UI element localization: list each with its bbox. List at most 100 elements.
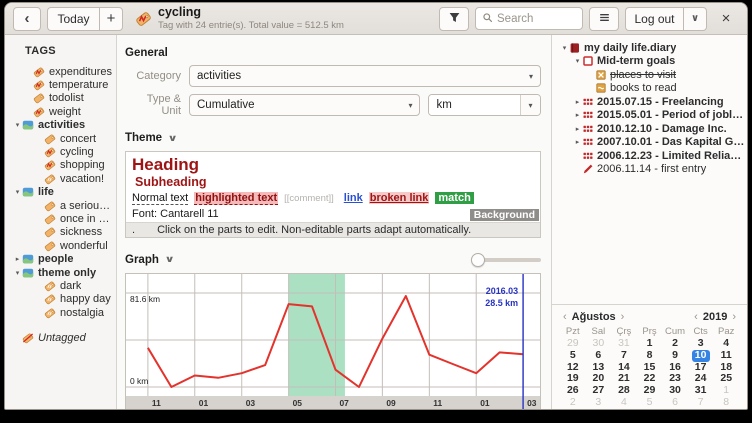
expander-icon[interactable]: ▸: [573, 138, 582, 146]
theme-comment-sample[interactable]: [[comment]]: [284, 193, 334, 204]
graph-zoom-slider[interactable]: [471, 253, 541, 267]
tag-value-icon: [44, 159, 56, 171]
expander-icon[interactable]: ▾: [13, 188, 22, 196]
theme-highlight-sample[interactable]: highlighted text: [194, 192, 278, 205]
sidebar-tag-row[interactable]: ▾ theme only: [11, 266, 114, 279]
journal-tree-row[interactable]: ▸ 2015.05.01 - Period of joblessness and…: [558, 109, 745, 123]
calendar-month-label: Ağustos: [572, 311, 616, 323]
todo-open-icon: [582, 55, 594, 67]
svg-text:09: 09: [386, 398, 396, 408]
journal-tree-row[interactable]: ▾ my daily life.diary: [558, 41, 745, 55]
unit-combobox[interactable]: km ▾: [428, 94, 541, 116]
sidebar-tag-row[interactable]: todolist: [11, 92, 114, 105]
header-title-block: cycling Tag with 24 entrie(s). Total val…: [135, 6, 344, 31]
sidebar-tag-row[interactable]: once in a lifeti…: [11, 212, 114, 225]
journal-tree-row[interactable]: ▾ Mid-term goals: [558, 55, 745, 69]
close-button[interactable]: ×: [713, 7, 739, 31]
theme-subheading-sample[interactable]: Subheading: [135, 175, 532, 190]
calendar-day[interactable]: 2: [560, 397, 586, 409]
journal-tree-row[interactable]: 2006.12.23 - Limited Reliability Co.: [558, 149, 745, 163]
theme-preview-card: Heading Subheading Normal text highlight…: [125, 151, 541, 238]
calendar-next-year[interactable]: ›: [729, 311, 739, 323]
calendar-next-month[interactable]: ›: [618, 311, 628, 323]
calendar-day[interactable]: 9: [662, 350, 688, 362]
sidebar-tag-row[interactable]: cycling: [11, 145, 114, 158]
sidebar-tag-row[interactable]: nostalgia: [11, 306, 114, 319]
filter-button[interactable]: [439, 7, 469, 31]
add-entry-button[interactable]: +: [99, 7, 123, 31]
sidebar-tag-row[interactable]: wonderful: [11, 239, 114, 252]
sidebar-tag-row[interactable]: ▸ people: [11, 252, 114, 265]
theme-normal-text-sample[interactable]: Normal text: [132, 192, 188, 205]
journal-tree-row[interactable]: 2006.11.14 - first entry: [558, 163, 745, 177]
expander-icon[interactable]: ▾: [13, 269, 22, 277]
unit-input[interactable]: km: [429, 95, 520, 115]
sidebar-tag-row[interactable]: shopping: [11, 159, 114, 172]
category-select[interactable]: activities ▾: [189, 65, 541, 87]
sidebar-tag-row[interactable]: concert: [11, 132, 114, 145]
menu-button[interactable]: [589, 7, 619, 31]
theme-background-button[interactable]: Background: [470, 209, 539, 221]
expander-icon[interactable]: ▸: [13, 255, 22, 263]
sidebar-tag-row[interactable]: ▾ activities: [11, 119, 114, 132]
calendar-day[interactable]: 8: [637, 350, 663, 362]
sidebar-tag-row[interactable]: vacation!: [11, 172, 114, 185]
page-title: cycling: [158, 6, 344, 20]
journal-tree-row[interactable]: ▸ 2007.10.01 - Das Kapital GmbH: [558, 136, 745, 150]
search-input[interactable]: [497, 13, 576, 25]
unit-dropdown-button[interactable]: ▾: [520, 95, 540, 115]
calendar-prev-month[interactable]: ‹: [560, 311, 570, 323]
expander-icon[interactable]: ▾: [13, 121, 22, 129]
logout-dropdown-button[interactable]: ∨: [683, 7, 707, 31]
logout-button[interactable]: Log out: [625, 7, 683, 31]
category-icon: [22, 119, 34, 131]
graph-section-header[interactable]: Graph ∨: [125, 253, 541, 267]
theme-section-header[interactable]: Theme ∨: [125, 132, 541, 144]
chapter-icon: [582, 136, 594, 148]
journal-tree-row[interactable]: ▸ 2010.12.10 - Damage Inc.: [558, 122, 745, 136]
todo-postponed-icon: [595, 82, 607, 94]
search-box[interactable]: [475, 7, 583, 30]
sidebar-tag-row[interactable]: weight: [11, 105, 114, 118]
calendar-day[interactable]: 7: [688, 397, 714, 409]
calendar-day[interactable]: 5: [637, 397, 663, 409]
expander-icon[interactable]: ▸: [573, 111, 582, 119]
expander-icon[interactable]: ▾: [573, 57, 582, 65]
sidebar-tag-row[interactable]: a serious acco…: [11, 199, 114, 212]
calendar-day[interactable]: 11: [713, 350, 739, 362]
calendar-prev-year[interactable]: ‹: [691, 311, 701, 323]
calendar-day[interactable]: 5: [560, 350, 586, 362]
tags-sidebar: TAGS expenditures temperature: [5, 35, 117, 410]
theme-broken-link-sample[interactable]: broken link: [369, 192, 430, 204]
page-subtitle: Tag with 24 entrie(s). Total value = 512…: [158, 21, 344, 31]
tag-theme-icon: [44, 280, 56, 292]
back-button[interactable]: ‹: [13, 7, 41, 31]
sidebar-tag-row[interactable]: expenditures: [11, 65, 114, 78]
expander-icon[interactable]: ▾: [560, 44, 569, 52]
expander-icon[interactable]: ▸: [573, 125, 582, 133]
calendar-day[interactable]: 6: [662, 397, 688, 409]
theme-link-sample[interactable]: link: [344, 192, 363, 204]
journal-tree-row[interactable]: ▸ 2015.07.15 - Freelancing: [558, 95, 745, 109]
journal-tree-row[interactable]: places to visit: [558, 68, 745, 82]
sidebar-tag-row[interactable]: ▾ life: [11, 186, 114, 199]
calendar-day[interactable]: 6: [586, 350, 612, 362]
theme-heading-sample[interactable]: Heading: [132, 155, 532, 175]
calendar-day[interactable]: 4: [611, 397, 637, 409]
calendar-day[interactable]: 10: [688, 350, 714, 362]
theme-match-sample[interactable]: match: [435, 192, 473, 204]
calendar-day[interactable]: 7: [611, 350, 637, 362]
sidebar-tag-row[interactable]: happy day: [11, 293, 114, 306]
calendar-day[interactable]: 8: [713, 397, 739, 409]
tag-plain-icon: [44, 213, 56, 225]
type-select[interactable]: Cumulative ▾: [189, 94, 420, 116]
slider-knob[interactable]: [471, 253, 485, 267]
today-button[interactable]: Today: [47, 7, 99, 31]
sidebar-tag-row[interactable]: sickness: [11, 226, 114, 239]
calendar-day[interactable]: 3: [586, 397, 612, 409]
expander-icon[interactable]: ▸: [573, 98, 582, 106]
sidebar-tag-row[interactable]: dark: [11, 279, 114, 292]
journal-tree-row[interactable]: books to read: [558, 82, 745, 96]
sidebar-untagged-row[interactable]: Untagged: [11, 331, 114, 344]
sidebar-tag-row[interactable]: temperature: [11, 78, 114, 91]
